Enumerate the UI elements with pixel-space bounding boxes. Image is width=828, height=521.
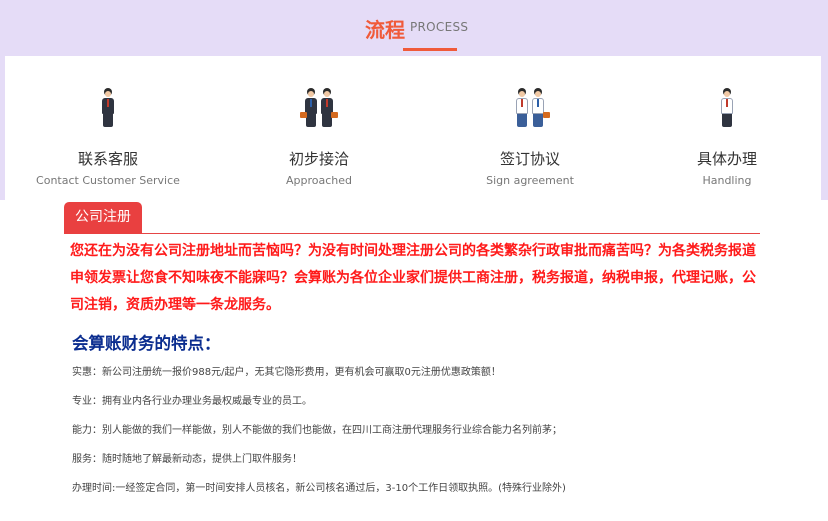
- intro-paragraph: 您还在为没有公司注册地址而苦恼吗？为没有时间处理注册公司的各类繁杂行政审批而痛苦…: [70, 243, 756, 313]
- step-sublabel: Contact Customer Service: [36, 174, 180, 187]
- step-approached: 初步接洽 Approached: [229, 56, 409, 202]
- tab-company-registration[interactable]: 公司注册: [64, 202, 142, 234]
- process-steps: 联系客服 Contact Customer Service 初步接洽 Appro…: [5, 56, 821, 202]
- features-list: 实惠：新公司注册统一报价988元/起户，无其它隐形费用，更有机会可赢取0元注册优…: [72, 366, 762, 511]
- feature-item: 服务：随时随地了解最新动态，提供上门取件服务！: [72, 454, 302, 465]
- step-sublabel: Sign agreement: [486, 174, 574, 187]
- feature-item: 能力：别人能做的我们一样能做，别人不能做的我们也能做，在四川工商注册代理服务行业…: [72, 425, 562, 436]
- step-label: 联系客服: [77, 150, 138, 168]
- tab-bar: 公司注册: [64, 202, 760, 234]
- features-heading: 会算账财务的特点：: [72, 334, 221, 353]
- step-handling: 具体办理 Handling: [637, 56, 817, 202]
- step-label: 初步接洽: [288, 150, 349, 168]
- section-subtitle: PROCESS: [410, 20, 469, 34]
- businessman-icon: [18, 88, 198, 130]
- step-contact-service: 联系客服 Contact Customer Service: [18, 56, 198, 202]
- step-label: 签订协议: [499, 150, 560, 168]
- step-sign-agreement: 签订协议 Sign agreement: [440, 56, 620, 202]
- section-header: 流程 PROCESS: [0, 0, 828, 56]
- section-title: 流程: [365, 18, 405, 42]
- feature-item: 专业：拥有业内各行业办理业务最权威最专业的员工。: [72, 396, 312, 407]
- step-label: 具体办理: [696, 150, 757, 168]
- clerk-icon: [637, 88, 817, 130]
- feature-item: 实惠：新公司注册统一报价988元/起户，无其它隐形费用，更有机会可赢取0元注册优…: [72, 367, 501, 378]
- handshake-icon: [440, 88, 620, 130]
- step-sublabel: Handling: [702, 174, 752, 187]
- step-sublabel: Approached: [285, 174, 352, 187]
- title-underline: [403, 48, 457, 51]
- two-businessmen-icon: [229, 88, 409, 130]
- feature-item: 办理时间:一经签定合同，第一时间安排人员核名，新公司核名通过后，3-10个工作日…: [72, 483, 566, 494]
